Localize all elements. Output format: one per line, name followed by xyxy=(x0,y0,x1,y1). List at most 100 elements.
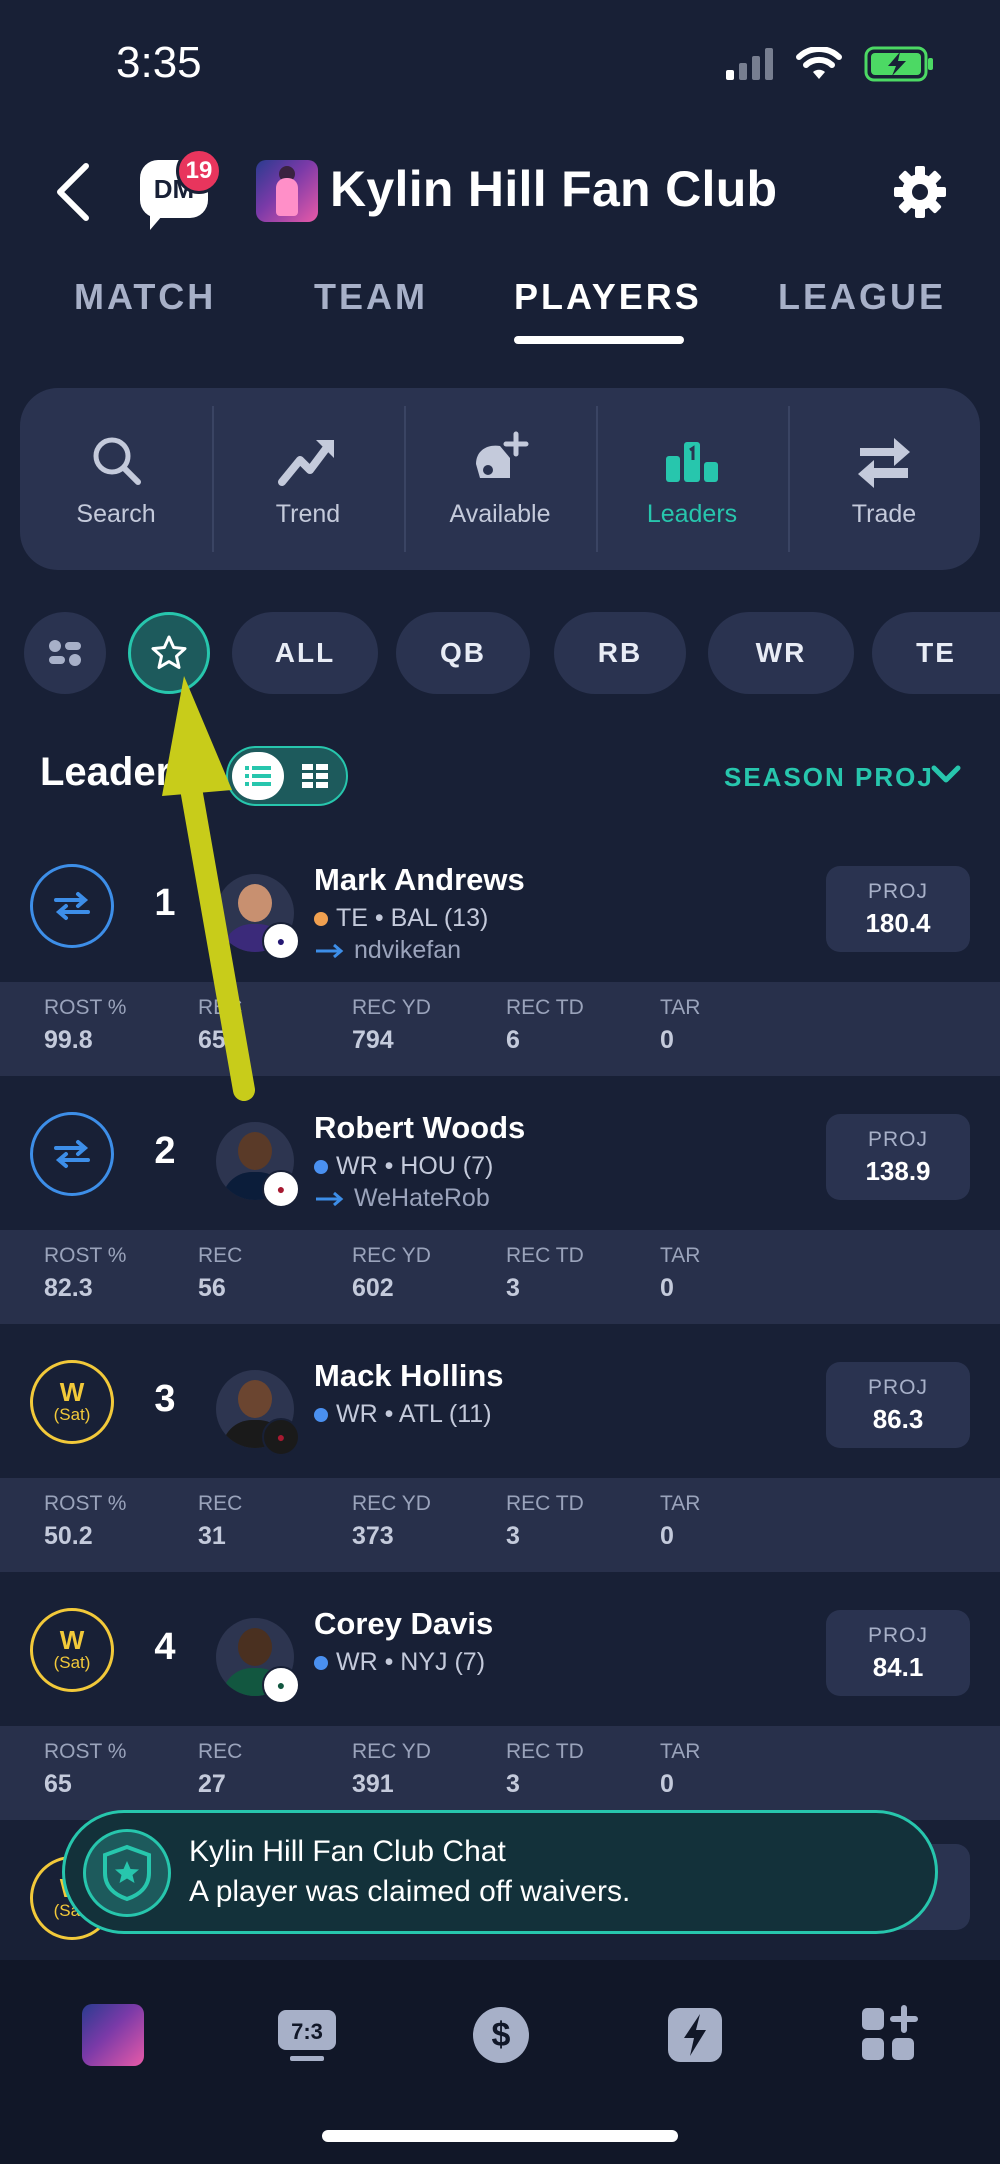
stat-label: TAR xyxy=(660,1740,701,1763)
filter-toggle-icon xyxy=(49,640,81,666)
projection-box: PROJ 86.3 xyxy=(826,1362,970,1448)
favorites-chip[interactable] xyxy=(128,612,210,694)
filter-chip-rb[interactable]: RB xyxy=(554,612,686,694)
stat-label: TAR xyxy=(660,1244,701,1267)
player-stats-row: ROST % 82.3 REC 56 REC YD 602 REC TD 3 TAR 0 xyxy=(0,1230,1000,1324)
cellular-signal-icon xyxy=(726,48,773,80)
stat-value: 602 xyxy=(352,1274,394,1302)
waiver-day: (Sat) xyxy=(53,1405,91,1424)
stat-label: REC YD xyxy=(352,996,431,1019)
stat-value: 0 xyxy=(660,1274,674,1302)
scoreboard-label: 7:3 xyxy=(291,2019,323,2044)
stat-label: REC xyxy=(198,1492,243,1515)
team-logo-ravens-icon: ● xyxy=(262,922,300,960)
stat-value: 3 xyxy=(506,1522,520,1550)
owner-name: ndvikefan xyxy=(354,936,462,964)
trade-action[interactable]: Trade xyxy=(788,388,980,570)
chat-notification-toast[interactable]: Kylin Hill Fan Club Chat A player was cl… xyxy=(62,1810,938,1934)
player-name[interactable]: Robert Woods xyxy=(314,1110,525,1146)
position-filter-chips: ALL QB RB WR TE xyxy=(24,612,1000,696)
waiver-badge[interactable]: W (Sat) xyxy=(30,1360,114,1444)
active-tab-indicator xyxy=(514,336,684,344)
player-rank: 3 xyxy=(154,1378,176,1420)
scoreboard-icon[interactable]: 7:3 xyxy=(276,2004,338,2066)
list-view-option[interactable] xyxy=(232,752,284,800)
svg-text:$: $ xyxy=(492,2016,511,2054)
filter-chip-te[interactable]: TE xyxy=(872,612,1000,694)
available-action[interactable]: Available xyxy=(404,388,596,570)
stat-value: 0 xyxy=(660,1026,674,1054)
player-name[interactable]: Mark Andrews xyxy=(314,862,525,898)
shield-icon xyxy=(83,1829,171,1917)
player-row[interactable]: 1 ● Mark Andrews TE • BAL (13) ndvikefan… xyxy=(0,832,1000,982)
stat-value: 56 xyxy=(198,1274,226,1302)
position-dot xyxy=(314,911,328,926)
player-rank: 1 xyxy=(154,882,176,924)
trade-action-label: Trade xyxy=(851,499,917,528)
player-name[interactable]: Mack Hollins xyxy=(314,1358,504,1394)
player-rank: 2 xyxy=(154,1130,176,1172)
stat-label: REC TD xyxy=(506,1244,584,1267)
stat-value: 0 xyxy=(660,1522,674,1550)
view-mode-toggle[interactable] xyxy=(226,746,348,806)
projection-box: PROJ 138.9 xyxy=(826,1114,970,1200)
filter-settings-chip[interactable] xyxy=(24,612,106,694)
stat-value: 0 xyxy=(660,1770,674,1798)
filter-chip-wr[interactable]: WR xyxy=(708,612,854,694)
back-icon[interactable] xyxy=(52,162,96,222)
trade-arrows-icon xyxy=(54,892,90,920)
sort-dropdown[interactable]: SEASON PROJ xyxy=(724,762,934,793)
stat-label: REC YD xyxy=(352,1244,431,1267)
stat-value: 6 xyxy=(506,1026,520,1054)
stat-value: 99.8 xyxy=(44,1026,93,1054)
player-row[interactable]: W (Sat) 4 ● Corey Davis WR • NYJ (7) PRO… xyxy=(0,1576,1000,1726)
position-dot xyxy=(314,1407,328,1422)
dollar-icon[interactable]: $ xyxy=(470,2004,532,2066)
stat-value: 65 xyxy=(44,1770,72,1798)
grid-view-icon[interactable] xyxy=(302,762,330,790)
gear-icon[interactable] xyxy=(892,164,948,220)
player-row[interactable]: W (Sat) 3 ● Mack Hollins WR • ATL (11) P… xyxy=(0,1328,1000,1478)
dm-unread-badge: 19 xyxy=(176,148,222,194)
toast-title: Kylin Hill Fan Club Chat xyxy=(189,1835,506,1868)
stat-label: REC xyxy=(198,1244,243,1267)
player-name[interactable]: Corey Davis xyxy=(314,1606,493,1642)
team-avatar-icon[interactable] xyxy=(82,2004,144,2066)
tab-players[interactable]: PLAYERS xyxy=(514,276,702,318)
position-dot xyxy=(314,1159,328,1174)
proj-value: 180.4 xyxy=(865,907,931,938)
tab-league[interactable]: LEAGUE xyxy=(778,276,946,318)
proj-value: 86.3 xyxy=(872,1403,924,1434)
player-position-team: WR • HOU (7) xyxy=(314,1152,493,1181)
proj-value: 84.1 xyxy=(872,1651,924,1682)
home-indicator xyxy=(322,2130,678,2142)
player-row[interactable]: 2 ● Robert Woods WR • HOU (7) WeHateRob … xyxy=(0,1080,1000,1230)
trend-action[interactable]: Trend xyxy=(212,388,404,570)
stat-value: 65 xyxy=(198,1026,226,1054)
trade-badge[interactable] xyxy=(30,864,114,948)
player-stats-row: ROST % 99.8 REC 65 REC YD 794 REC TD 6 TAR 0 xyxy=(0,982,1000,1076)
trade-badge[interactable] xyxy=(30,1112,114,1196)
tab-match[interactable]: MATCH xyxy=(74,276,216,318)
leaders-action[interactable]: Leaders xyxy=(596,388,788,570)
more-apps-icon[interactable] xyxy=(858,2004,920,2066)
lightning-icon[interactable] xyxy=(664,2004,726,2066)
search-action[interactable]: Search xyxy=(20,388,212,570)
proj-label: PROJ xyxy=(867,1127,928,1151)
team-avatar[interactable] xyxy=(256,160,318,222)
tab-team[interactable]: TEAM xyxy=(314,276,428,318)
stat-label: REC YD xyxy=(352,1740,431,1763)
stat-label: ROST % xyxy=(44,996,127,1019)
filter-chip-all[interactable]: ALL xyxy=(232,612,378,694)
waiver-badge[interactable]: W (Sat) xyxy=(30,1608,114,1692)
stat-value: 50.2 xyxy=(44,1522,93,1550)
chevron-down-icon[interactable] xyxy=(930,760,962,788)
available-icon xyxy=(476,431,529,478)
search-icon xyxy=(93,437,141,485)
player-info-text: WR • HOU (7) xyxy=(336,1152,494,1180)
stat-value: 794 xyxy=(352,1026,394,1054)
trend-action-label: Trend xyxy=(275,499,341,528)
filter-chip-qb[interactable]: QB xyxy=(396,612,530,694)
projection-box: PROJ 180.4 xyxy=(826,866,970,952)
player-owner: WeHateRob xyxy=(314,1184,490,1213)
